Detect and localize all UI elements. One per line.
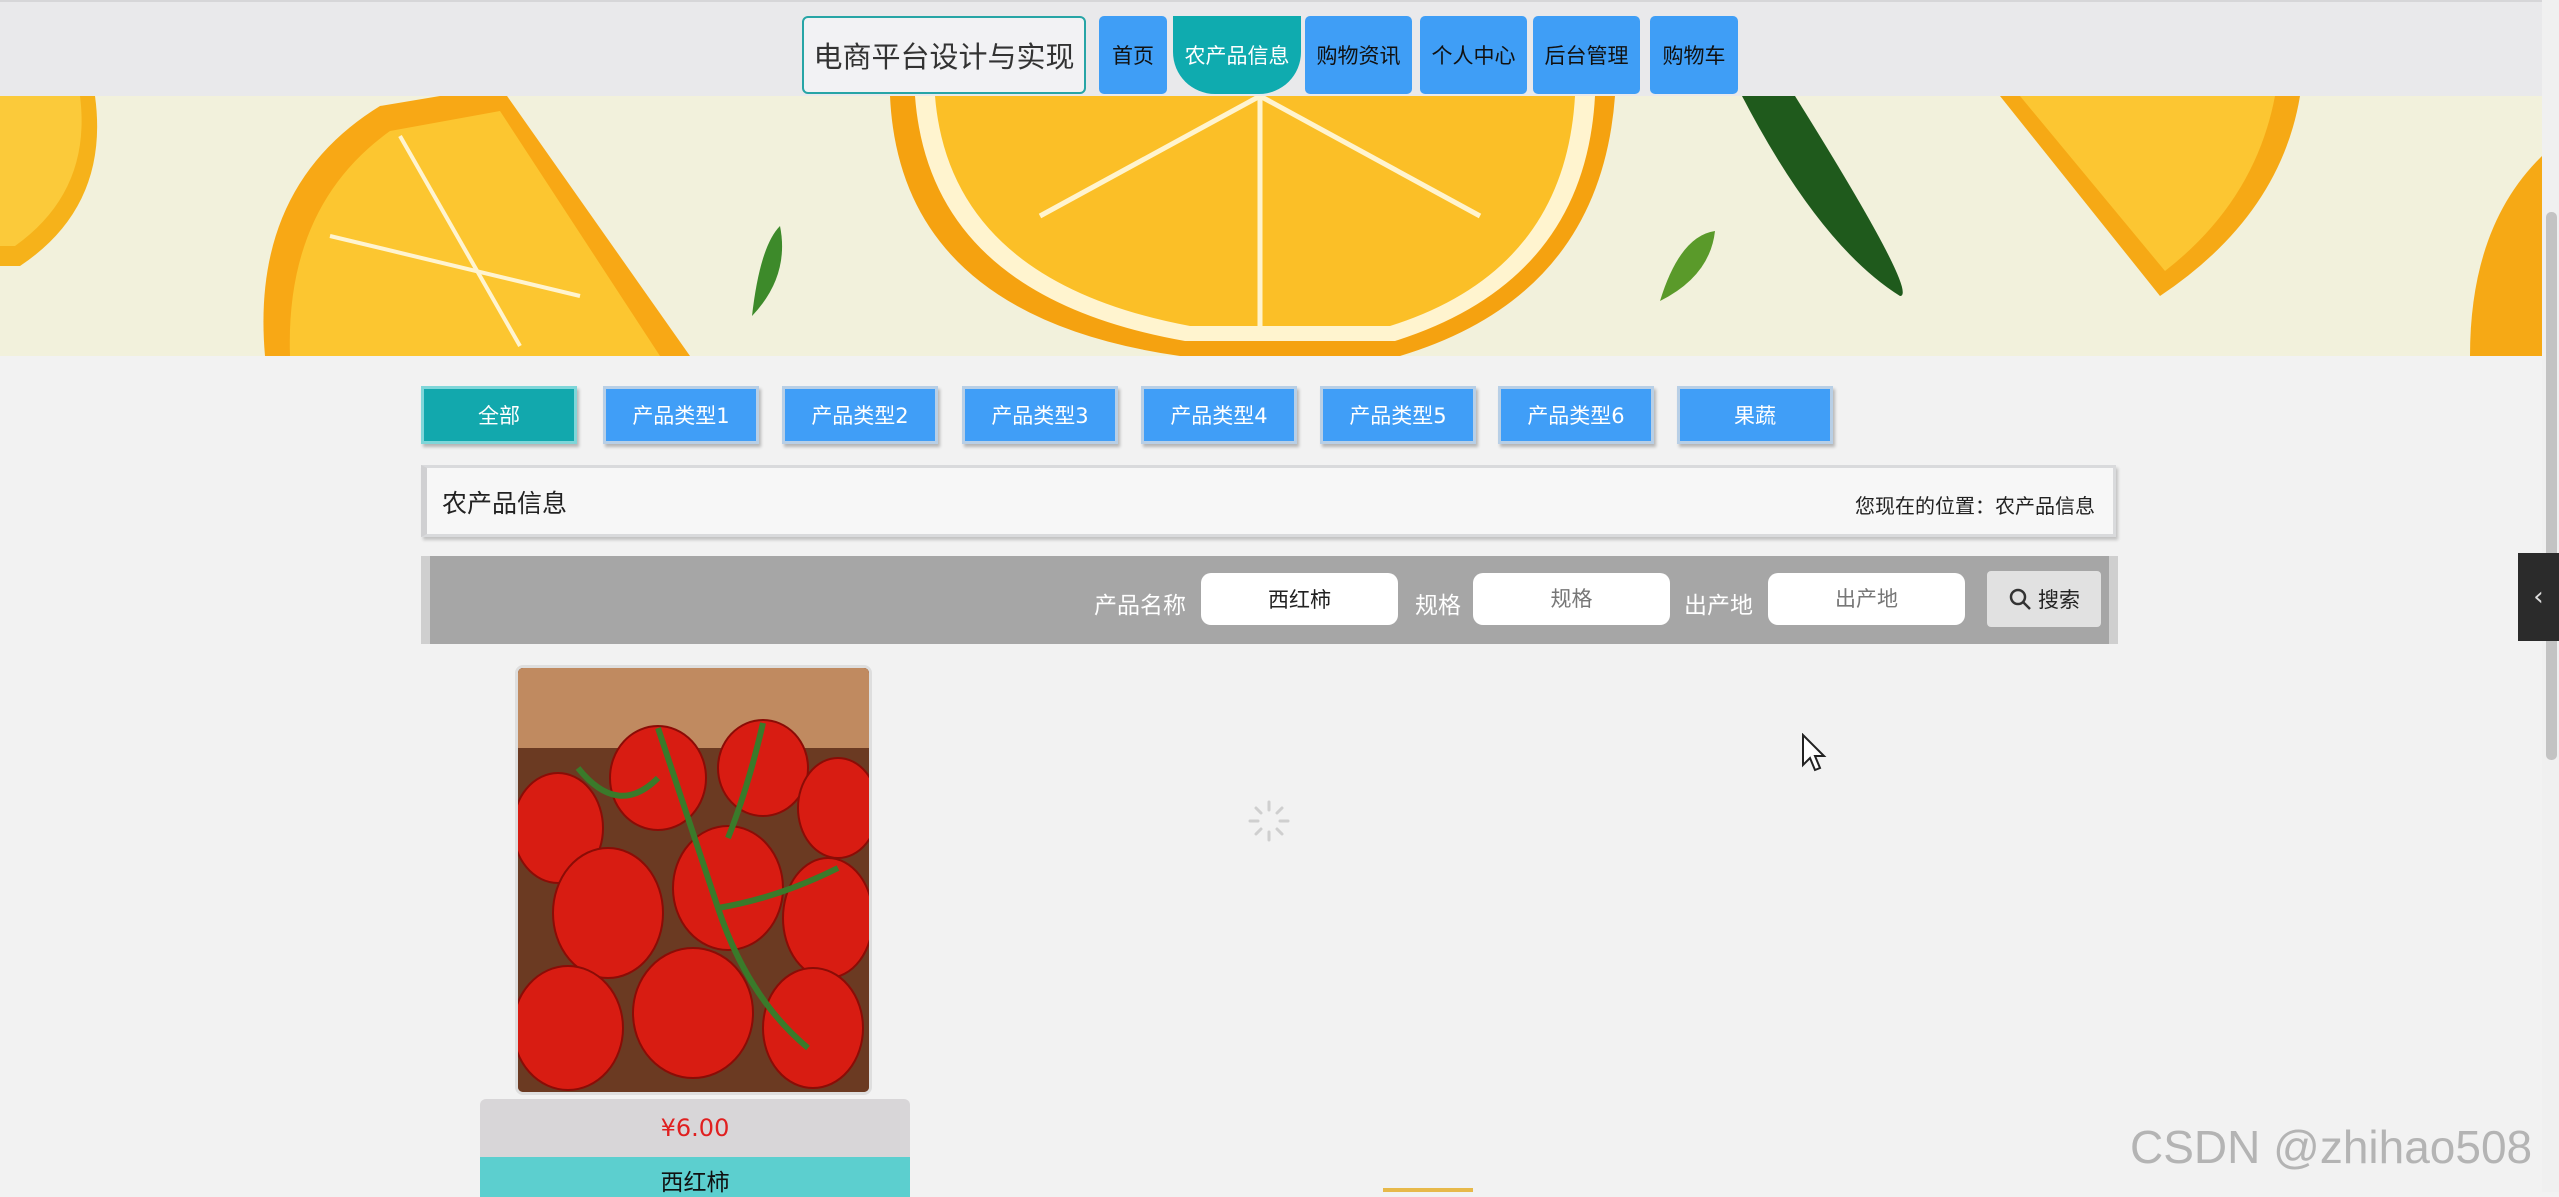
nav-personal-center[interactable]: 个人中心 xyxy=(1420,16,1527,94)
product-price: ¥6.00 xyxy=(480,1099,910,1157)
breadcrumb: 农产品信息 您现在的位置：农产品信息 xyxy=(421,465,2116,537)
side-panel-toggle[interactable]: ‹ xyxy=(2518,553,2559,641)
category-tab-type5[interactable]: 产品类型5 xyxy=(1320,386,1476,444)
category-tab-type1[interactable]: 产品类型1 xyxy=(603,386,759,444)
category-tab-type2[interactable]: 产品类型2 xyxy=(782,386,938,444)
page-title: 农产品信息 xyxy=(442,489,568,518)
product-image[interactable] xyxy=(515,665,872,1095)
nav-cart[interactable]: 购物车 xyxy=(1650,16,1738,94)
bottom-decoration xyxy=(1383,1188,1473,1192)
category-tab-type3[interactable]: 产品类型3 xyxy=(962,386,1118,444)
loading-spinner-icon xyxy=(1248,800,1290,842)
search-bar: 产品名称 规格 出产地 搜索 xyxy=(421,556,2118,644)
category-tab-fruits-vegetables[interactable]: 果蔬 xyxy=(1677,386,1833,444)
scrollbar-thumb[interactable] xyxy=(2546,212,2557,760)
current-location: 您现在的位置：农产品信息 xyxy=(1855,494,2095,518)
spec-input[interactable] xyxy=(1473,573,1670,625)
nav-admin[interactable]: 后台管理 xyxy=(1533,16,1640,94)
top-nav-bar: 电商平台设计与实现 首页 农产品信息 购物资讯 个人中心 后台管理 购物车 xyxy=(0,0,2542,98)
site-title[interactable]: 电商平台设计与实现 xyxy=(802,16,1086,94)
tomato-photo xyxy=(518,668,869,1092)
chevron-left-icon: ‹ xyxy=(2533,582,2544,612)
watermark: CSDN @zhihao508 xyxy=(2130,1121,2533,1173)
nav-news[interactable]: 购物资讯 xyxy=(1305,16,1412,94)
origin-input[interactable] xyxy=(1768,573,1965,625)
nav-products[interactable]: 农产品信息 xyxy=(1173,16,1301,94)
product-name-input[interactable] xyxy=(1201,573,1398,625)
category-tab-type6[interactable]: 产品类型6 xyxy=(1498,386,1654,444)
spec-label: 规格 xyxy=(1415,593,1461,619)
origin-label: 出产地 xyxy=(1684,593,1753,619)
product-name-label: 产品名称 xyxy=(1094,593,1186,619)
nav-home[interactable]: 首页 xyxy=(1099,16,1167,94)
category-tab-all[interactable]: 全部 xyxy=(421,386,577,444)
orange-slices-illustration xyxy=(0,96,2542,356)
mouse-cursor-icon xyxy=(1802,733,1827,772)
hero-banner xyxy=(0,96,2542,356)
product-name[interactable]: 西红柿 xyxy=(480,1157,910,1197)
search-button[interactable]: 搜索 xyxy=(1987,571,2101,627)
search-icon xyxy=(2009,588,2031,610)
category-tab-type4[interactable]: 产品类型4 xyxy=(1141,386,1297,444)
search-button-label: 搜索 xyxy=(2038,588,2080,612)
